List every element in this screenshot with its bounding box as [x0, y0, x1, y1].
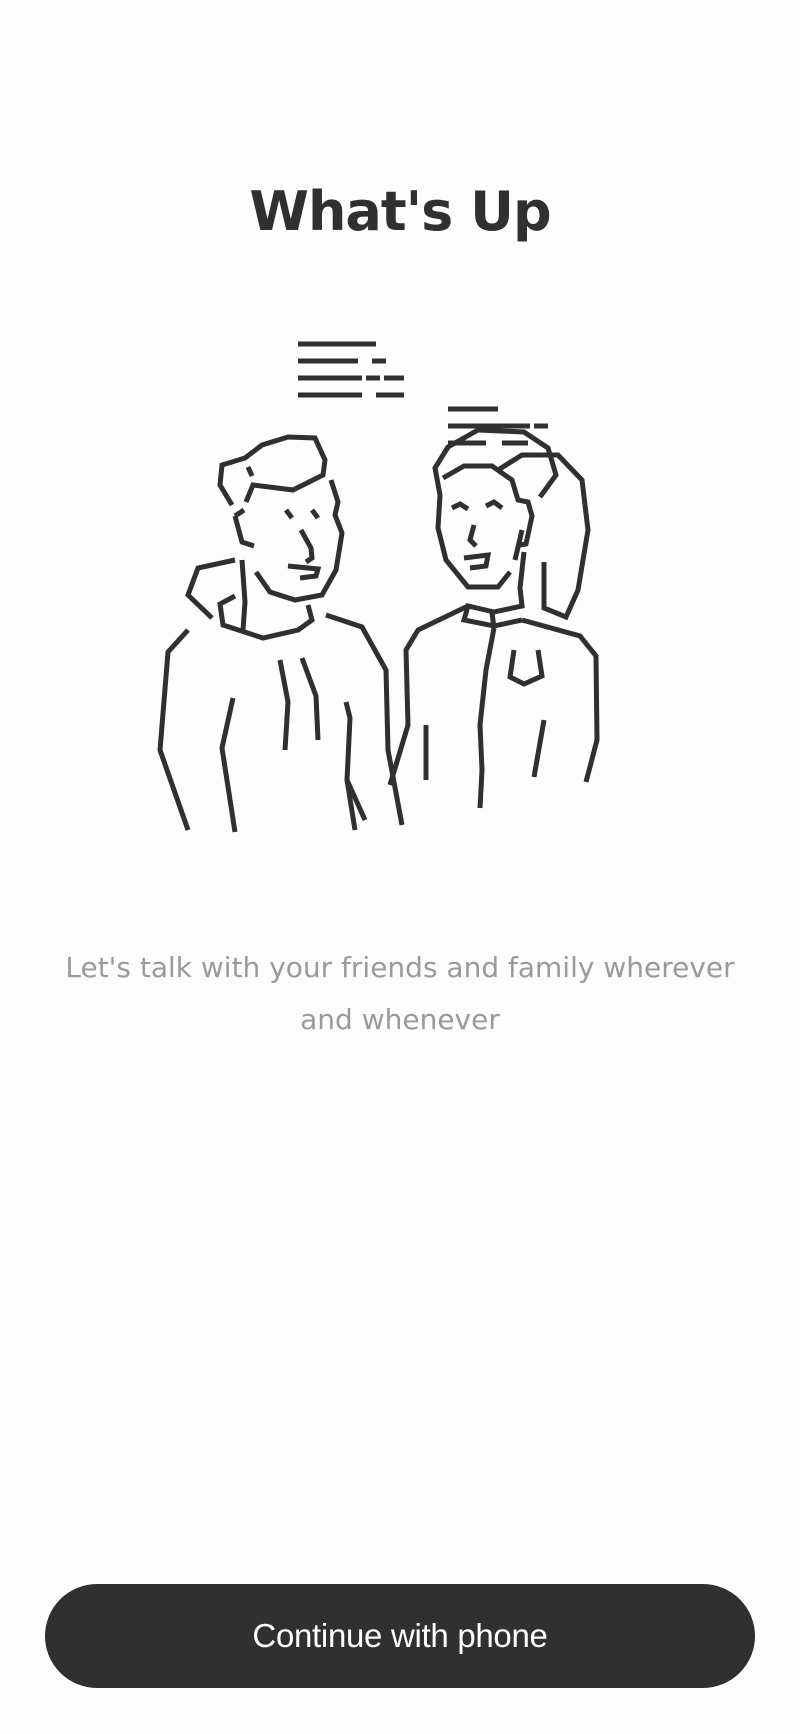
speech-lines-left-icon [298, 341, 404, 398]
continue-with-phone-button[interactable]: Continue with phone [45, 1584, 755, 1688]
two-people-chatting-illustration [130, 330, 670, 870]
onboarding-screen: What's Up Let's talk with your friends a… [0, 0, 800, 1734]
onboarding-description: Let's talk with your friends and family … [65, 951, 735, 1036]
man-figure-icon [157, 434, 405, 833]
woman-figure-icon [387, 427, 600, 809]
page-title: What's Up [249, 180, 551, 243]
